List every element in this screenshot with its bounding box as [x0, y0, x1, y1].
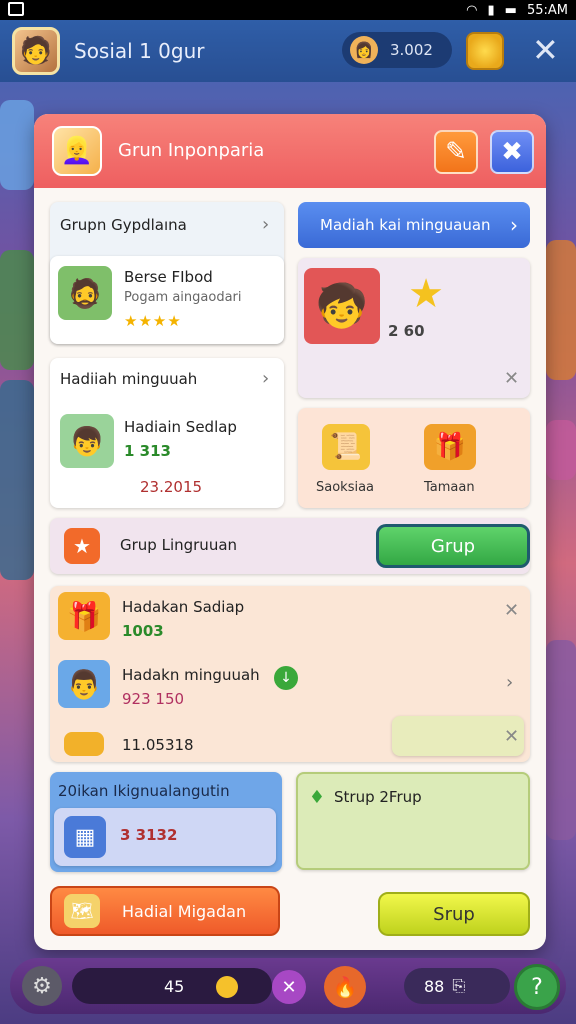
background-decoration — [546, 240, 576, 380]
coin-balance-value: 3.002 — [390, 41, 433, 59]
star-icon: ★ — [408, 271, 444, 317]
weekly-points: 1 313 — [124, 442, 171, 460]
modal-close-button[interactable]: ✖ — [490, 130, 534, 174]
reward-title: Hadakan Sadiap — [122, 598, 245, 616]
close-icon: ✖ — [501, 137, 523, 167]
bottom-left-card[interactable]: 20ikan Ikignualangutin ▦ 3 3132 — [50, 772, 282, 872]
chevron-right-icon[interactable]: › — [506, 672, 513, 693]
weekly-value: 23.2015 — [140, 478, 203, 496]
weekly-name: Hadiain Sedlap — [124, 418, 237, 436]
friend-avatar: 🧔 — [58, 266, 112, 320]
bottom-right-card[interactable]: ♦ Strup 2Frup — [296, 772, 530, 870]
ticket-icon: ⎘ — [452, 976, 466, 995]
pirate-character-image: 🧒 — [304, 268, 380, 344]
rewards-list: 🎁 Hadakan Sadiap 1003 ✕ 👨 Hadakn minguua… — [50, 586, 530, 762]
group-button[interactable]: Grup — [376, 524, 530, 568]
screen-title: Sosial 1 0gur — [74, 39, 205, 63]
bottom-left-title: 20ikan Ikignualangutin — [58, 782, 230, 800]
coin-stack-icon — [64, 732, 104, 756]
chevron-right-icon: › — [262, 368, 270, 389]
help-icon[interactable]: ? — [514, 964, 560, 1010]
gold-shop-button[interactable] — [466, 32, 504, 70]
bottom-right-title: Strup 2Frup — [334, 788, 422, 806]
status-time: 55:AM — [526, 2, 568, 18]
item-label: Saoksiaa — [316, 480, 375, 495]
group-row-label: Grup Lingruuan — [120, 536, 238, 554]
weekly-avatar: 👦 — [60, 414, 114, 468]
chevron-right-icon: › — [510, 213, 518, 237]
map-icon: 🗺 — [64, 894, 100, 928]
background-decoration — [546, 420, 576, 480]
hadial-button-label: Hadial Migadan — [122, 901, 247, 921]
energy-counter[interactable]: 45 — [72, 968, 272, 1004]
star-badge-icon: ★ — [64, 528, 100, 564]
battery-icon: ▬ — [504, 2, 517, 18]
background-decoration — [0, 250, 34, 370]
items-card: 📜 🎁 Saoksiaa Tamaan — [298, 408, 530, 508]
coin-avatar-icon: 👩 — [350, 36, 378, 64]
background-decoration — [0, 100, 34, 190]
player-avatar[interactable]: 🧑 — [12, 27, 60, 75]
top-bar: 🧑 Sosial 1 0gur 👩 3.002 ✕ — [0, 20, 576, 82]
ticket-counter[interactable]: 88 ⎘ — [404, 968, 510, 1004]
close-icon[interactable]: ✕ — [532, 32, 559, 68]
reward-value: 923 150 — [122, 690, 185, 708]
close-icon[interactable]: ✕ — [272, 970, 306, 1004]
dismiss-icon[interactable]: ✕ — [504, 368, 519, 389]
modal-title: Grun Inponparia — [118, 140, 265, 161]
friend-subtitle: Pogam aingaodari — [124, 290, 242, 305]
weekly-card-title: Hadiiah minguuah — [60, 370, 198, 388]
background-decoration — [0, 380, 34, 580]
srup-button[interactable]: Srup — [378, 892, 530, 936]
bottom-bar: ⚙ 45 ✕ 🔥 88 ⎘ ? — [10, 958, 566, 1014]
modal-header: 👱‍♀️ Grun Inponparia ✎ ✖ — [34, 114, 546, 188]
group-modal: 👱‍♀️ Grun Inponparia ✎ ✖ Grupn Gypdlaına… — [34, 114, 546, 950]
group-avatar: 👱‍♀️ — [52, 126, 102, 176]
bottom-left-value: 3 3132 — [120, 826, 178, 844]
weekly-reward-button[interactable]: Madiah kai minguauan › — [298, 202, 530, 248]
group-card-title: Grupn Gypdlaına — [60, 216, 187, 234]
coin-balance[interactable]: 👩 3.002 — [342, 32, 452, 68]
sailor-avatar: 👨 — [58, 660, 110, 708]
fire-icon[interactable]: 🔥 — [324, 966, 366, 1008]
weekly-card[interactable]: Hadiiah minguuah › 👦 Hadiain Sedlap 1 31… — [50, 358, 284, 508]
reward-value: 11.05318 — [122, 736, 194, 754]
cube-icon: ▦ — [64, 816, 106, 858]
chevron-right-icon: › — [262, 214, 270, 235]
bottom-left-content: ▦ 3 3132 — [54, 808, 276, 866]
friend-name: Berse FIbod — [124, 268, 213, 286]
status-bar: ◠ ▮ ▬ 55:AM — [0, 0, 576, 20]
reward-value: 1003 — [122, 622, 164, 640]
settings-gear-icon[interactable]: ⚙ — [22, 966, 62, 1006]
signal-icon: ▮ — [487, 2, 495, 18]
notification-icon — [8, 2, 24, 16]
ticket-count: 88 — [424, 976, 445, 996]
pin-icon: ✎ — [445, 137, 467, 167]
reward-title: Hadakn minguuah — [122, 666, 260, 684]
coin-icon — [216, 976, 238, 998]
check-icon: ↓ — [274, 666, 298, 690]
item-treasure-icon[interactable]: 🎁 — [424, 424, 476, 470]
dismiss-icon[interactable]: ✕ — [504, 600, 519, 621]
wifi-icon: ◠ — [466, 2, 478, 18]
energy-count: 45 — [164, 976, 185, 996]
weekly-reward-label: Madiah kai minguauan — [320, 216, 491, 234]
friend-row[interactable]: 🧔 Berse FIbod Pogam aingaodari ★★★★ — [50, 256, 284, 344]
item-label: Tamaan — [424, 480, 475, 495]
edit-button[interactable]: ✎ — [434, 130, 478, 174]
reward-amount: 2 60 — [388, 322, 425, 340]
group-card[interactable]: Grupn Gypdlaına › 🧔 Berse FIbod Pogam ai… — [50, 202, 284, 344]
gift-icon: 🎁 — [58, 592, 110, 640]
item-scroll-icon[interactable]: 📜 — [322, 424, 370, 470]
leaf-icon: ♦ — [308, 786, 326, 808]
dismiss-icon[interactable]: ✕ — [504, 726, 519, 747]
friend-rating: ★★★★ — [124, 312, 182, 330]
hadial-button[interactable]: 🗺 Hadial Migadan — [50, 886, 280, 936]
reward-card[interactable]: 🧒 ★ 2 60 ✕ — [298, 258, 530, 398]
background-decoration — [546, 640, 576, 840]
claim-slot[interactable]: ✕ — [392, 716, 524, 756]
